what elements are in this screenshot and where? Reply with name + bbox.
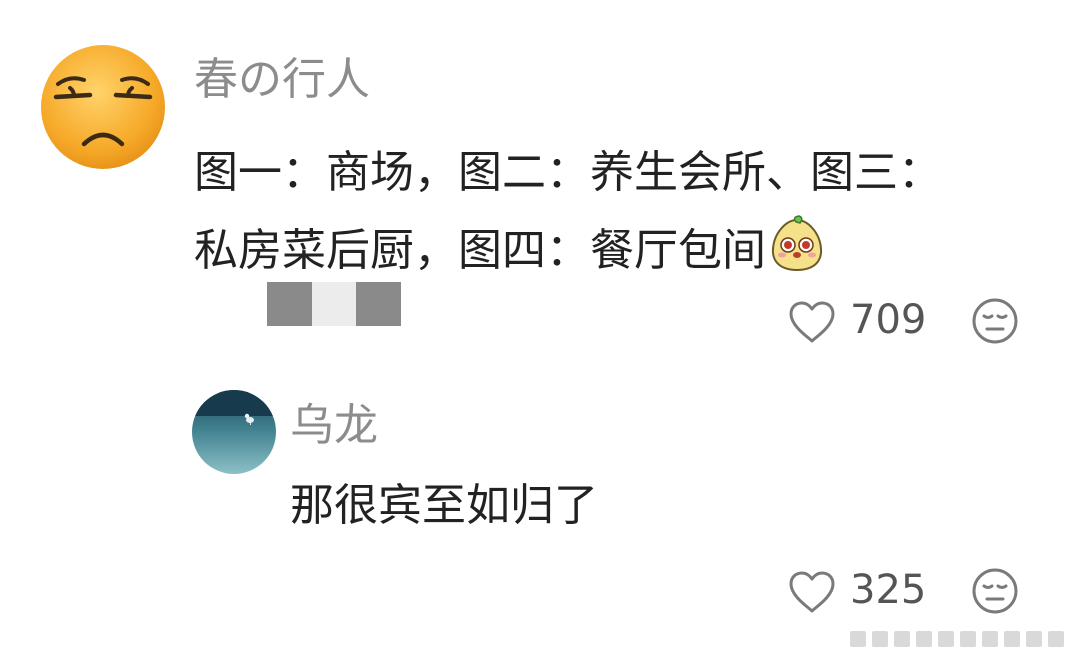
- watermark: [850, 628, 1072, 650]
- comment-username[interactable]: 春の行人: [194, 52, 370, 108]
- reply-reaction-button[interactable]: [971, 567, 1019, 619]
- like-button[interactable]: [788, 300, 836, 348]
- comment-thread: 春の行人 图一：商场，图二：养生会所、图三： 私房菜后厨，图四：餐厅包间 709…: [0, 0, 1080, 662]
- neutral-face-icon: [972, 298, 1018, 344]
- comment-text: 图一：商场，图二：养生会所、图三： 私房菜后厨，图四：餐厅包间: [194, 134, 1024, 290]
- heart-outline-icon: [789, 301, 835, 343]
- reaction-button[interactable]: [971, 297, 1019, 349]
- reply-username[interactable]: 乌龙: [290, 398, 378, 454]
- user-avatar[interactable]: [40, 44, 166, 170]
- reply-like-count: 325: [850, 567, 927, 613]
- redaction-block: [312, 282, 356, 326]
- like-count: 709: [850, 297, 927, 343]
- pear-emoji-icon: [768, 215, 826, 273]
- redacted-image-placeholder: [267, 282, 401, 326]
- seagull-photo-icon: [192, 390, 276, 474]
- reply-text: 那很宾至如归了: [290, 480, 598, 531]
- comment-text-line-2: 私房菜后厨，图四：餐厅包间: [194, 212, 1024, 290]
- heart-outline-icon: [789, 571, 835, 613]
- unamused-face-icon: [41, 45, 165, 169]
- neutral-face-icon: [972, 568, 1018, 614]
- reply-like-button[interactable]: [788, 570, 836, 618]
- redaction-block: [267, 282, 312, 326]
- comment-text-line-2-text: 私房菜后厨，图四：餐厅包间: [194, 225, 766, 276]
- reply-user-avatar[interactable]: [192, 390, 276, 474]
- comment-text-line-1: 图一：商场，图二：养生会所、图三：: [194, 147, 942, 198]
- redaction-block: [356, 282, 401, 326]
